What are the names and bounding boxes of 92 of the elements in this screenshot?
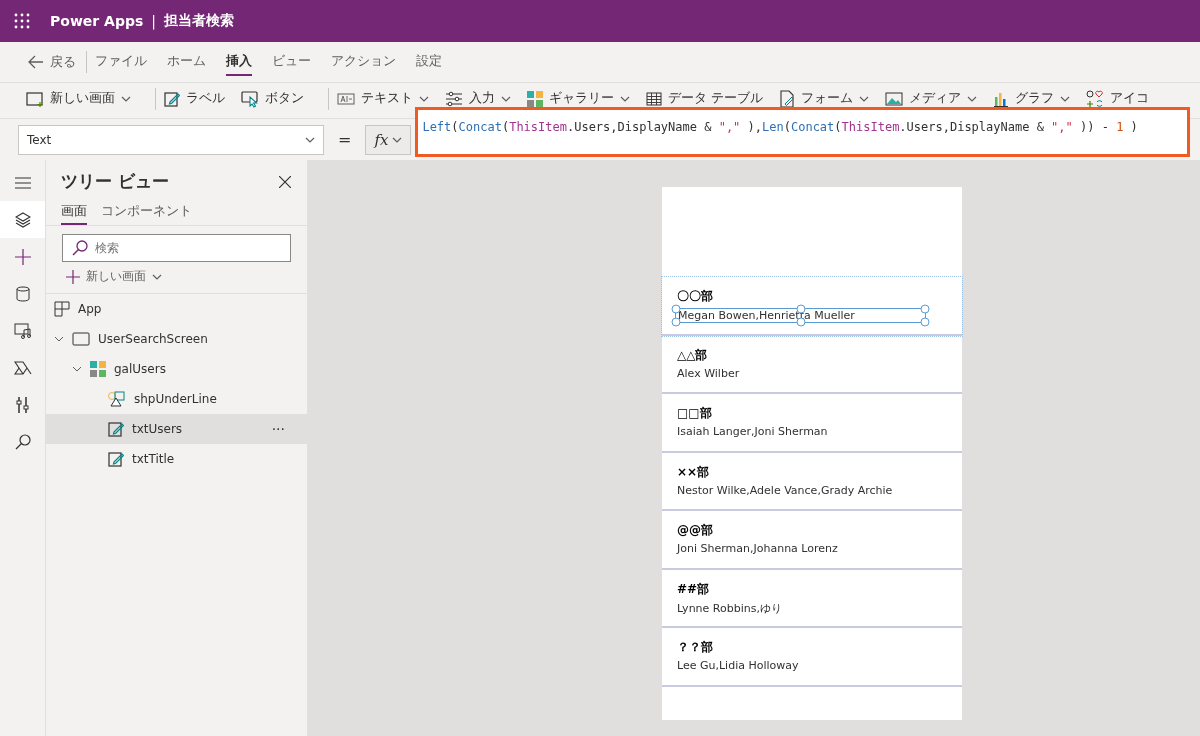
department-title: ××部: [677, 463, 711, 481]
tools-icon[interactable]: [15, 395, 30, 414]
department-title: △△部: [677, 346, 709, 364]
gallery-item[interactable]: □□部 Isaiah Langer,Joni Sherman: [662, 394, 962, 453]
screen-icon: [72, 332, 90, 346]
tree-item[interactable]: galUsers: [46, 354, 307, 384]
gallery-item[interactable]: ##部 Lynne Robbins,ゆり: [662, 569, 962, 628]
department-title: 〇〇部: [677, 288, 714, 305]
app-title: 担当者検索: [164, 12, 234, 30]
toolbar-button[interactable]: ボタン: [241, 89, 304, 108]
panel-tab[interactable]: 画面: [61, 199, 87, 225]
gallery-icon: [90, 361, 106, 377]
toolbar-button[interactable]: テキスト: [337, 90, 429, 107]
plus-icon[interactable]: [14, 248, 31, 265]
search-icon[interactable]: [14, 433, 31, 450]
toolbar-button[interactable]: ギャラリー: [527, 90, 630, 107]
flow-icon[interactable]: [13, 359, 32, 376]
formula-field[interactable]: Left(Concat(ThisItem.Users,DisplayName & "," ),Len(Concat(ThisItem.Users,DisplayName & "," )) - 1 ): [415, 107, 1190, 157]
menu-tab[interactable]: アクション: [331, 48, 396, 76]
toolbar-button[interactable]: 新しい画面: [26, 90, 131, 107]
screen-icon: [26, 90, 44, 107]
toolbar-button[interactable]: フォーム: [779, 89, 869, 108]
menu-tab[interactable]: 挿入: [226, 48, 252, 76]
title-separator: |: [151, 13, 156, 29]
bar-chart-icon: [993, 90, 1009, 107]
gallery-item[interactable]: 〇〇部 Megan Bowen,Henrietta Mueller: [662, 277, 962, 336]
toolbar-button[interactable]: ラベル: [164, 90, 225, 107]
department-title: ##部: [677, 580, 711, 598]
menu-icon[interactable]: [14, 176, 31, 189]
toolbar-button[interactable]: 入力: [445, 90, 511, 107]
cursor-icon: [241, 89, 259, 108]
menu-tab[interactable]: 設定: [416, 48, 442, 76]
chevron-down-icon[interactable]: [54, 334, 64, 344]
back-arrow-icon: [28, 55, 44, 69]
tree-item[interactable]: App: [46, 294, 307, 324]
app-launcher-icon[interactable]: [14, 13, 30, 29]
app-icon: [54, 301, 70, 317]
pencil-icon: [164, 90, 180, 107]
text-input-icon: [337, 91, 355, 106]
toolbar-button[interactable]: メディア: [885, 90, 977, 107]
gallery-item[interactable]: △△部 Alex Wilber: [662, 335, 962, 394]
toolbar-button[interactable]: グラフ: [993, 90, 1070, 107]
sliders-icon: [445, 90, 463, 107]
form-icon: [779, 89, 795, 108]
department-title: □□部: [677, 405, 713, 422]
chevron-down-icon[interactable]: [72, 364, 82, 374]
more-options-button[interactable]: ···: [271, 421, 285, 437]
user-names: Lynne Robbins,ゆり: [677, 600, 783, 616]
search-icon: [72, 240, 88, 256]
layers-icon[interactable]: [14, 211, 31, 228]
user-names: Alex Wilber: [677, 366, 741, 380]
table-icon: [646, 91, 662, 106]
gallery-item[interactable]: ××部 Nestor Wilke,Adele Vance,Grady Archie: [662, 452, 962, 511]
menu-tab[interactable]: ファイル: [95, 48, 147, 76]
gallery-icon: [527, 90, 543, 107]
user-names: Isaiah Langer,Joni Sherman: [677, 425, 829, 438]
database-icon[interactable]: [15, 285, 30, 302]
menu-tab[interactable]: ビュー: [272, 48, 311, 76]
property-dropdown[interactable]: Text: [18, 124, 324, 155]
image-icon: [885, 91, 903, 106]
close-icon[interactable]: [279, 175, 291, 188]
shapes-icon: [108, 391, 126, 407]
tree-item[interactable]: UserSearchScreen: [46, 324, 307, 354]
department-title: @@部: [677, 522, 714, 539]
caret-icon: [152, 273, 162, 280]
caret-icon: [305, 136, 315, 143]
toolbar-button[interactable]: アイコ: [1086, 89, 1149, 108]
user-names: Nestor Wilke,Adele Vance,Grady Archie: [677, 483, 894, 497]
search-field[interactable]: 検索: [62, 234, 291, 262]
toolbar-button[interactable]: データ テーブル: [646, 90, 763, 107]
tree-item[interactable]: txtTitle: [46, 444, 307, 474]
pencil-icon: [108, 421, 124, 437]
user-names: Joni Sherman,Johanna Lorenz: [677, 542, 839, 555]
user-names: Lee Gu,Lidia Holloway: [677, 659, 800, 672]
back-button[interactable]: 戻る: [26, 49, 78, 75]
media-icon[interactable]: [13, 322, 32, 339]
department-title: ？？部: [677, 639, 714, 656]
tree-item[interactable]: shpUnderLine: [46, 384, 307, 414]
gallery-item[interactable]: ？？部 Lee Gu,Lidia Holloway: [662, 628, 962, 687]
equals-sign: =: [338, 130, 352, 149]
plus-icon: [66, 269, 80, 284]
panel-tab[interactable]: コンポーネント: [101, 199, 192, 225]
product-name: Power Apps: [50, 13, 144, 29]
gallery-item[interactable]: @@部 Joni Sherman,Johanna Lorenz: [662, 511, 962, 570]
fx-button[interactable]: fx: [365, 124, 412, 155]
new-screen-button[interactable]: 新しい画面: [46, 266, 307, 294]
icons-icon: [1086, 89, 1104, 108]
caret-icon: [392, 136, 403, 143]
tree-item[interactable]: txtUsers ···: [46, 414, 307, 444]
menu-tab[interactable]: ホーム: [167, 48, 206, 76]
panel-title: ツリー ビュー: [61, 170, 169, 193]
pencil-icon: [108, 451, 124, 467]
